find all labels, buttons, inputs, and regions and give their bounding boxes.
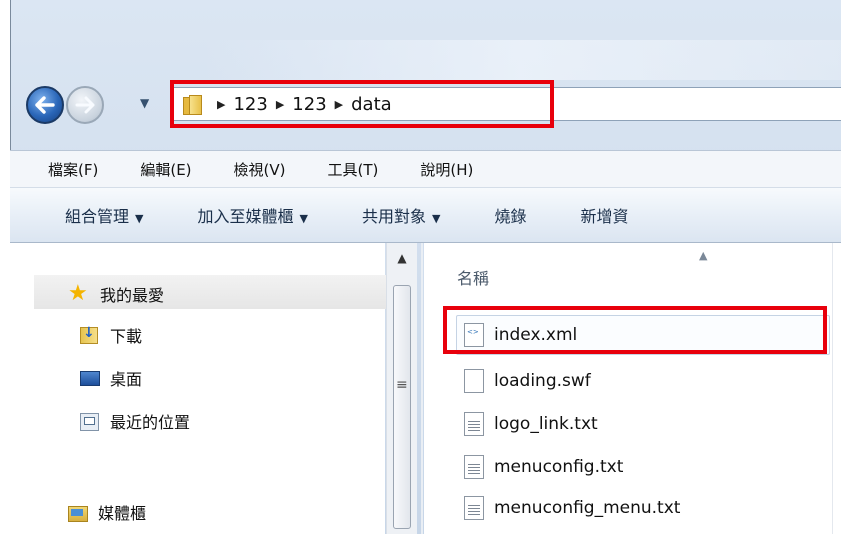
text-file-icon xyxy=(464,412,484,436)
nav-item-label: 媒體櫃 xyxy=(98,504,147,523)
file-highlight-box xyxy=(443,306,827,354)
title-bar-blur xyxy=(201,40,841,80)
nav-item-desktop[interactable]: 桌面 xyxy=(80,366,142,390)
menu-bar: 檔案(F) 編輯(E) 檢視(V) 工具(T) 說明(H) xyxy=(10,150,841,188)
star-icon: ★ xyxy=(68,281,88,306)
nav-item-label: 桌面 xyxy=(110,370,143,389)
nav-item-label: 最近的位置 xyxy=(110,413,191,432)
recent-places-icon xyxy=(80,412,100,431)
menu-file[interactable]: 檔案(F) xyxy=(48,159,98,180)
scrollbar-grip-icon: ≡ xyxy=(396,377,408,393)
chevron-down-icon: ▼ xyxy=(299,212,308,225)
menu-tools[interactable]: 工具(T) xyxy=(328,159,379,180)
forward-arrow-icon xyxy=(75,96,95,114)
pane-divider[interactable] xyxy=(421,243,423,534)
text-file-icon xyxy=(464,496,484,520)
desktop-icon xyxy=(80,369,100,387)
chevron-down-icon: ▼ xyxy=(431,212,441,225)
nav-item-downloads[interactable]: 下載 xyxy=(80,323,142,347)
command-toolbar: 組合管理 ▼ 加入至媒體櫃 ▼ 共用對象 ▼ 燒錄 新增資 xyxy=(10,188,841,243)
share-with-button[interactable]: 共用對象 ▼ xyxy=(362,203,440,227)
chevron-down-icon: ▼ xyxy=(135,212,144,225)
menu-view[interactable]: 檢視(V) xyxy=(234,159,286,180)
burn-button[interactable]: 燒錄 xyxy=(494,203,526,227)
organize-label: 組合管理 xyxy=(65,207,130,226)
file-name: loading.swf xyxy=(494,371,591,391)
swf-file-icon xyxy=(464,369,484,393)
add-to-library-label: 加入至媒體櫃 xyxy=(197,207,294,226)
file-row[interactable]: logo_link.txt xyxy=(464,412,598,436)
address-highlight-box xyxy=(170,80,554,128)
file-row[interactable]: loading.swf xyxy=(464,369,591,393)
column-separator[interactable] xyxy=(832,243,833,534)
nav-item-libraries[interactable]: 媒體櫃 xyxy=(68,500,146,524)
libraries-icon xyxy=(68,503,88,522)
nav-item-favorites[interactable]: ★ 我的最愛 xyxy=(68,282,164,306)
recent-pages-dropdown-icon[interactable]: ▼ xyxy=(140,96,149,110)
file-name: logo_link.txt xyxy=(494,414,598,434)
nav-item-label: 我的最愛 xyxy=(100,286,165,305)
nav-item-recent-places[interactable]: 最近的位置 xyxy=(80,409,190,433)
column-header-name[interactable]: 名稱 xyxy=(457,265,489,289)
downloads-folder-icon xyxy=(80,325,100,344)
nav-pane-scrollbar[interactable]: ▲ ≡ xyxy=(386,243,417,534)
share-with-label: 共用對象 xyxy=(361,207,426,226)
back-arrow-icon xyxy=(35,96,55,114)
scroll-up-arrow-icon[interactable]: ▲ xyxy=(387,251,417,271)
menu-edit[interactable]: 編輯(E) xyxy=(140,159,191,180)
navigation-pane: ★ 我的最愛 下載 桌面 最近的位置 媒體櫃 xyxy=(10,243,394,534)
back-button[interactable] xyxy=(26,86,64,124)
new-folder-button[interactable]: 新增資 xyxy=(580,203,628,227)
scrollbar-thumb[interactable] xyxy=(393,285,411,529)
text-file-icon xyxy=(464,455,484,479)
organize-button[interactable]: 組合管理 ▼ xyxy=(65,203,143,227)
file-row[interactable]: menuconfig.txt xyxy=(464,455,623,479)
add-to-library-button[interactable]: 加入至媒體櫃 ▼ xyxy=(197,203,307,227)
sort-ascending-icon: ▲ xyxy=(699,249,708,262)
nav-item-label: 下載 xyxy=(110,327,143,346)
file-row[interactable]: menuconfig_menu.txt xyxy=(464,496,680,520)
file-name: menuconfig.txt xyxy=(494,457,624,477)
forward-button[interactable] xyxy=(66,86,104,124)
menu-help[interactable]: 說明(H) xyxy=(420,159,473,180)
file-name: menuconfig_menu.txt xyxy=(494,498,681,518)
